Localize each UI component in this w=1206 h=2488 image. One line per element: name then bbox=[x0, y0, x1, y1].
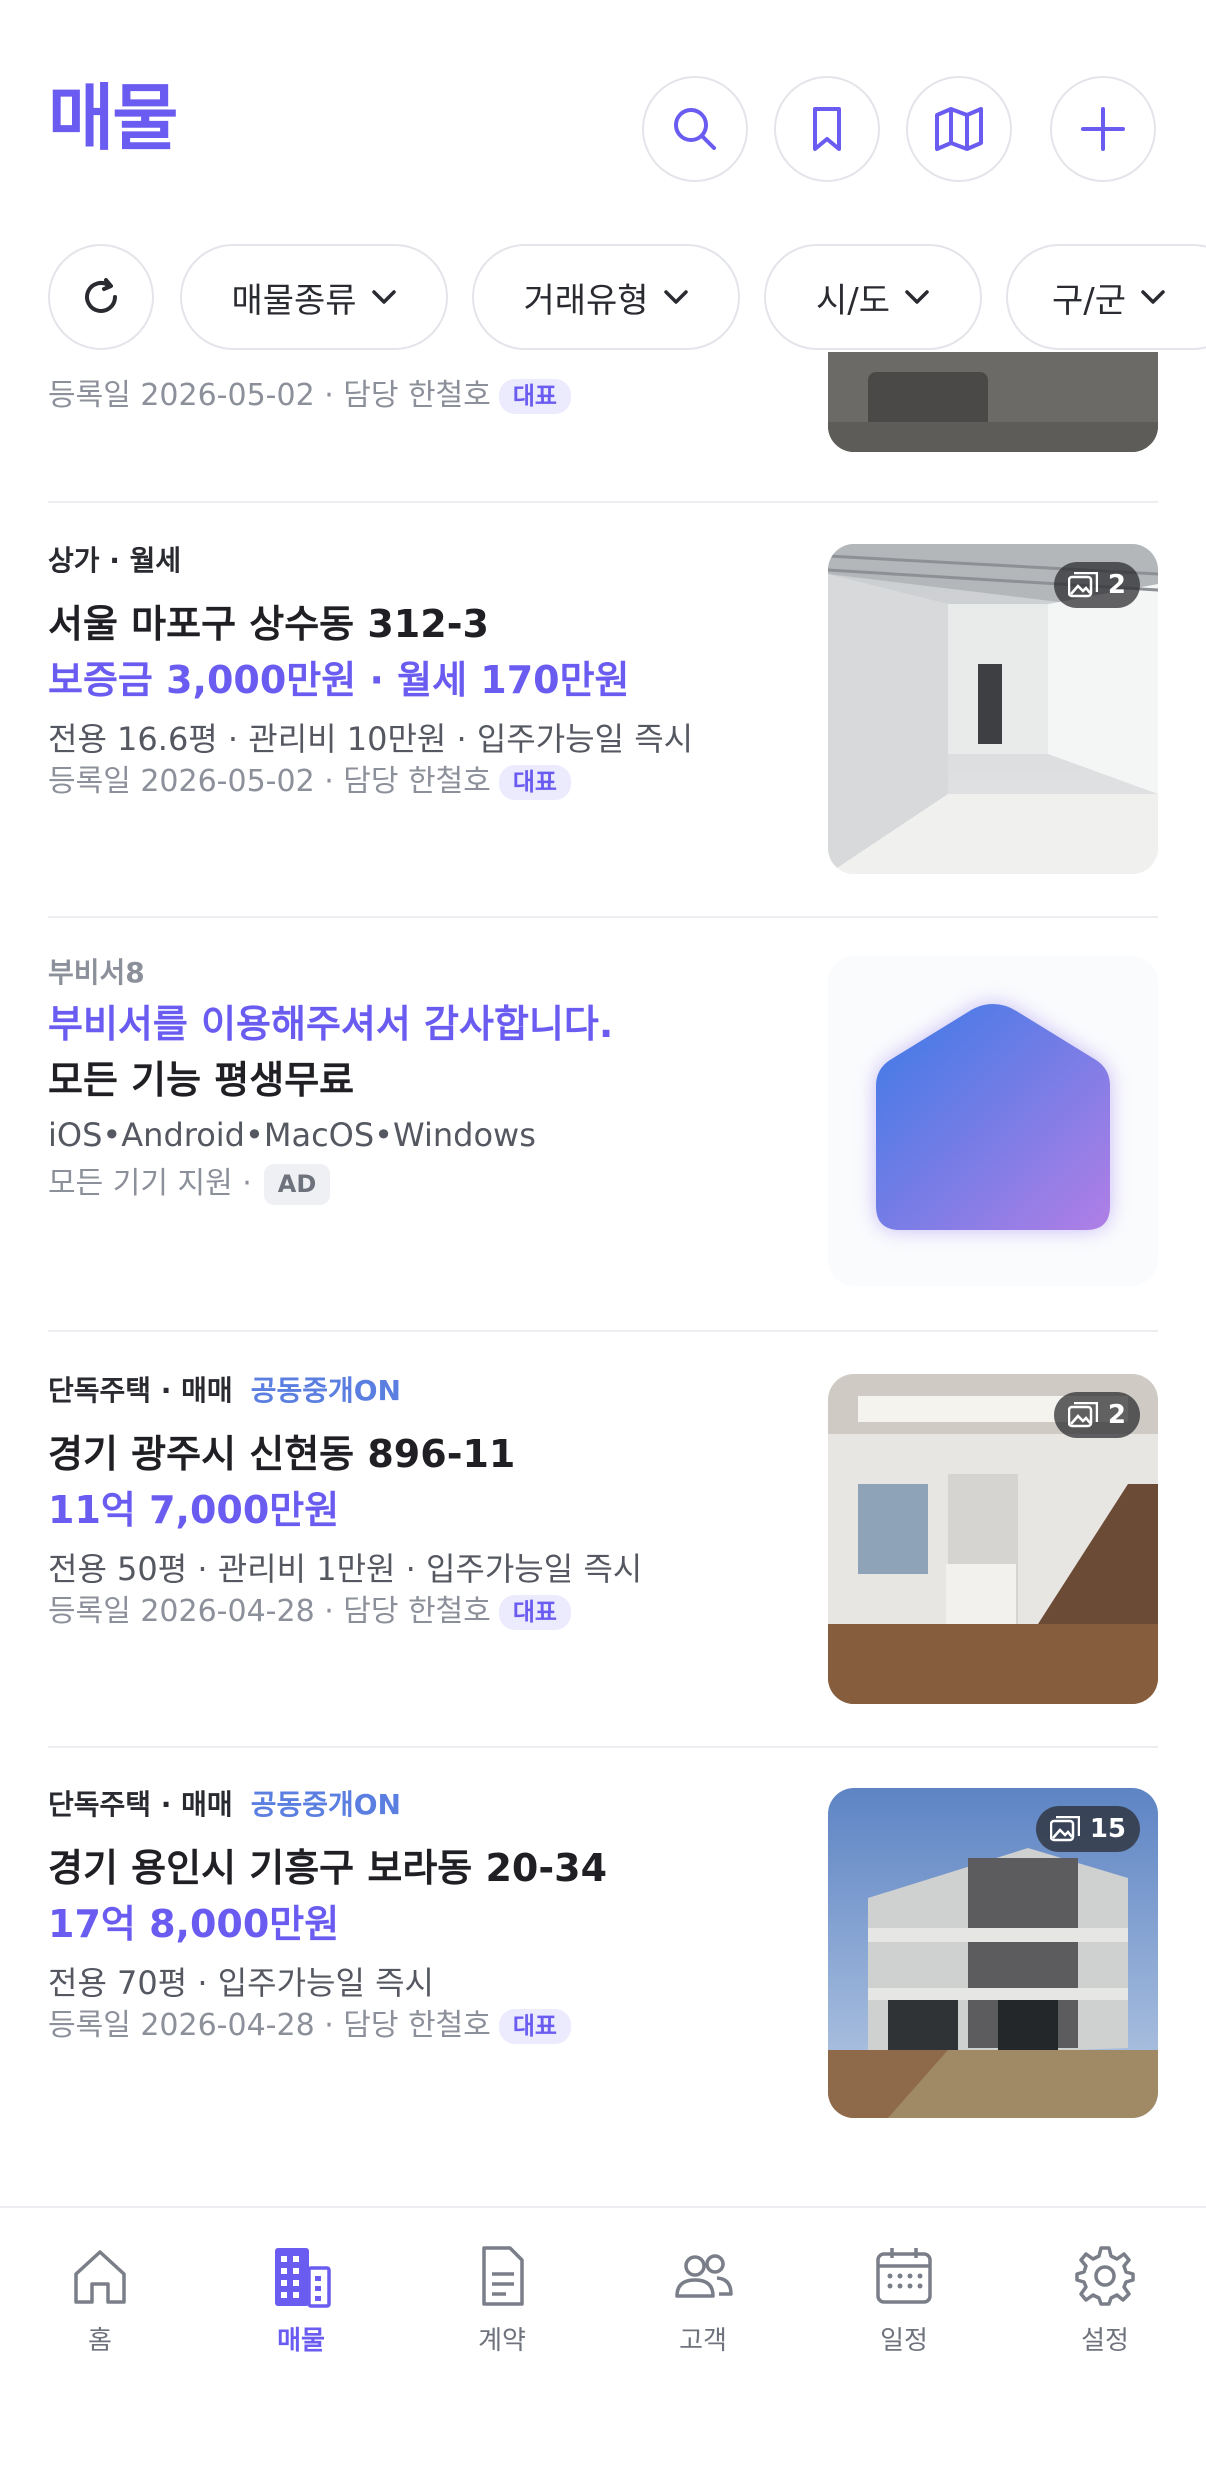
registered-info: 등록일 2026-04-28 · 담당 한철호 대표 bbox=[48, 2008, 571, 2044]
bottom-tab-bar: 홈 매물 계약 고객 일정 설정 bbox=[0, 2206, 1206, 2488]
representative-badge: 대표 bbox=[498, 765, 571, 800]
ad-platforms: iOS•Android•MacOS•Windows bbox=[48, 1116, 536, 1154]
tab-customers[interactable]: 고객 bbox=[643, 2244, 763, 2357]
photos-icon bbox=[1067, 572, 1098, 598]
house-logo-icon bbox=[876, 1004, 1110, 1230]
filter-chip-label: 시/도 bbox=[815, 280, 890, 321]
listing-category: 단독주택 · 매매 bbox=[48, 1374, 233, 1407]
listing-price: 17억 8,000만원 bbox=[48, 1902, 340, 1946]
tab-label: 일정 bbox=[880, 2326, 928, 2356]
listing-price: 보증금 3,000만원 · 월세 170만원 bbox=[48, 658, 630, 702]
photo-count-badge: 2 bbox=[1053, 1392, 1140, 1438]
map-icon bbox=[935, 107, 983, 151]
ad-headline: 부비서를 이용해주셔서 감사합니다. bbox=[48, 1002, 614, 1046]
listing-category-row: 단독주택 · 매매 공동중개ON bbox=[48, 1374, 401, 1408]
tab-label: 고객 bbox=[679, 2326, 727, 2356]
filter-chip-deal-type[interactable]: 거래유형 bbox=[472, 244, 740, 350]
registered-info: 등록일 2026-05-02 · 담당 한철호 대표 bbox=[48, 378, 571, 414]
photo-count-badge: 15 bbox=[1035, 1806, 1140, 1852]
photos-icon bbox=[1049, 1816, 1080, 1842]
add-listing-button[interactable] bbox=[1050, 76, 1156, 182]
tab-listings[interactable]: 매물 bbox=[241, 2244, 361, 2357]
photos-icon bbox=[1067, 1402, 1098, 1428]
cooperative-broker-tag: 공동중개ON bbox=[250, 1788, 401, 1821]
refresh-button[interactable] bbox=[48, 244, 154, 350]
divider bbox=[48, 916, 1158, 918]
refresh-icon bbox=[85, 278, 117, 313]
filter-chip-property-type[interactable]: 매물종류 bbox=[180, 244, 448, 350]
plus-icon bbox=[1081, 107, 1125, 151]
listing-details: 전용 50평 · 관리비 1만원 · 입주가능일 즉시 bbox=[48, 1550, 643, 1588]
listing-photo[interactable] bbox=[828, 352, 1158, 452]
page-title: 매물 bbox=[48, 76, 178, 160]
listing-price: 11억 7,000만원 bbox=[48, 1488, 340, 1532]
filter-chip-label: 구/군 bbox=[1052, 280, 1127, 321]
filter-chip-district[interactable]: 구/군 bbox=[1006, 244, 1206, 350]
ad-badge: AD bbox=[263, 1164, 331, 1205]
bookmark-button[interactable] bbox=[774, 76, 880, 182]
search-icon bbox=[674, 108, 716, 150]
building-icon bbox=[275, 2248, 331, 2308]
chevron-down-icon bbox=[371, 290, 396, 304]
ad-image[interactable] bbox=[828, 956, 1158, 1286]
tab-label: 매물 bbox=[277, 2326, 325, 2356]
users-icon bbox=[675, 2254, 733, 2298]
listing-photo[interactable]: 2 bbox=[828, 1374, 1158, 1704]
ad-sponsor: 부비서8 bbox=[48, 956, 145, 989]
registered-info: 등록일 2026-05-02 · 담당 한철호 대표 bbox=[48, 764, 571, 800]
filter-chip-province[interactable]: 시/도 bbox=[764, 244, 982, 350]
divider bbox=[48, 1330, 1158, 1332]
listing-photo[interactable]: 2 bbox=[828, 544, 1158, 874]
representative-badge: 대표 bbox=[498, 1595, 571, 1630]
filter-bar: 매물종류 거래유형 시/도 구/군 bbox=[0, 244, 1206, 352]
chevron-down-icon bbox=[905, 290, 929, 304]
filter-chip-label: 매물종류 bbox=[231, 280, 357, 321]
registered-info: 등록일 2026-04-28 · 담당 한철호 대표 bbox=[48, 1594, 571, 1630]
bookmark-icon bbox=[813, 107, 841, 151]
map-button[interactable] bbox=[906, 76, 1012, 182]
chevron-down-icon bbox=[1141, 290, 1165, 304]
tab-schedule[interactable]: 일정 bbox=[844, 2244, 964, 2357]
chevron-down-icon bbox=[663, 290, 688, 304]
ad-support: 모든 기기 지원 · AD bbox=[48, 1164, 331, 1205]
interior-photo-image bbox=[828, 352, 1158, 452]
tab-contracts[interactable]: 계약 bbox=[442, 2244, 562, 2357]
listing-list: 등록일 2026-05-02 · 담당 한철호 대표 상가 · 월세 서울 마포구… bbox=[0, 352, 1206, 2206]
document-icon bbox=[482, 2246, 524, 2306]
gear-icon bbox=[1075, 2246, 1135, 2306]
representative-badge: 대표 bbox=[498, 2009, 571, 2044]
tab-label: 홈 bbox=[88, 2326, 112, 2356]
calendar-icon bbox=[876, 2248, 932, 2304]
listing-category-row: 단독주택 · 매매 공동중개ON bbox=[48, 1788, 401, 1822]
listing-category: 단독주택 · 매매 bbox=[48, 1788, 233, 1821]
tab-label: 설정 bbox=[1081, 2326, 1129, 2356]
listing-details: 전용 70평 · 입주가능일 즉시 bbox=[48, 1964, 434, 2002]
listing-address: 서울 마포구 상수동 312-3 bbox=[48, 602, 489, 646]
listing-details: 전용 16.6평 · 관리비 10만원 · 입주가능일 즉시 bbox=[48, 720, 694, 758]
representative-badge: 대표 bbox=[498, 379, 571, 414]
photo-count-badge: 2 bbox=[1053, 562, 1140, 608]
search-button[interactable] bbox=[642, 76, 748, 182]
ad-subline: 모든 기능 평생무료 bbox=[48, 1058, 355, 1102]
cooperative-broker-tag: 공동중개ON bbox=[250, 1374, 401, 1407]
home-icon bbox=[74, 2250, 126, 2304]
top-header: 매물 bbox=[0, 0, 1206, 240]
listing-address: 경기 용인시 기흥구 보라동 20-34 bbox=[48, 1846, 608, 1890]
listing-photo[interactable]: 15 bbox=[828, 1788, 1158, 2118]
tab-settings[interactable]: 설정 bbox=[1045, 2244, 1165, 2357]
tab-home[interactable]: 홈 bbox=[40, 2244, 160, 2357]
filter-chip-label: 거래유형 bbox=[523, 280, 649, 321]
listing-address: 경기 광주시 신현동 896-11 bbox=[48, 1432, 516, 1476]
divider bbox=[48, 501, 1158, 503]
listing-category: 상가 · 월세 bbox=[48, 544, 182, 577]
divider bbox=[48, 1746, 1158, 1748]
tab-label: 계약 bbox=[478, 2326, 526, 2356]
